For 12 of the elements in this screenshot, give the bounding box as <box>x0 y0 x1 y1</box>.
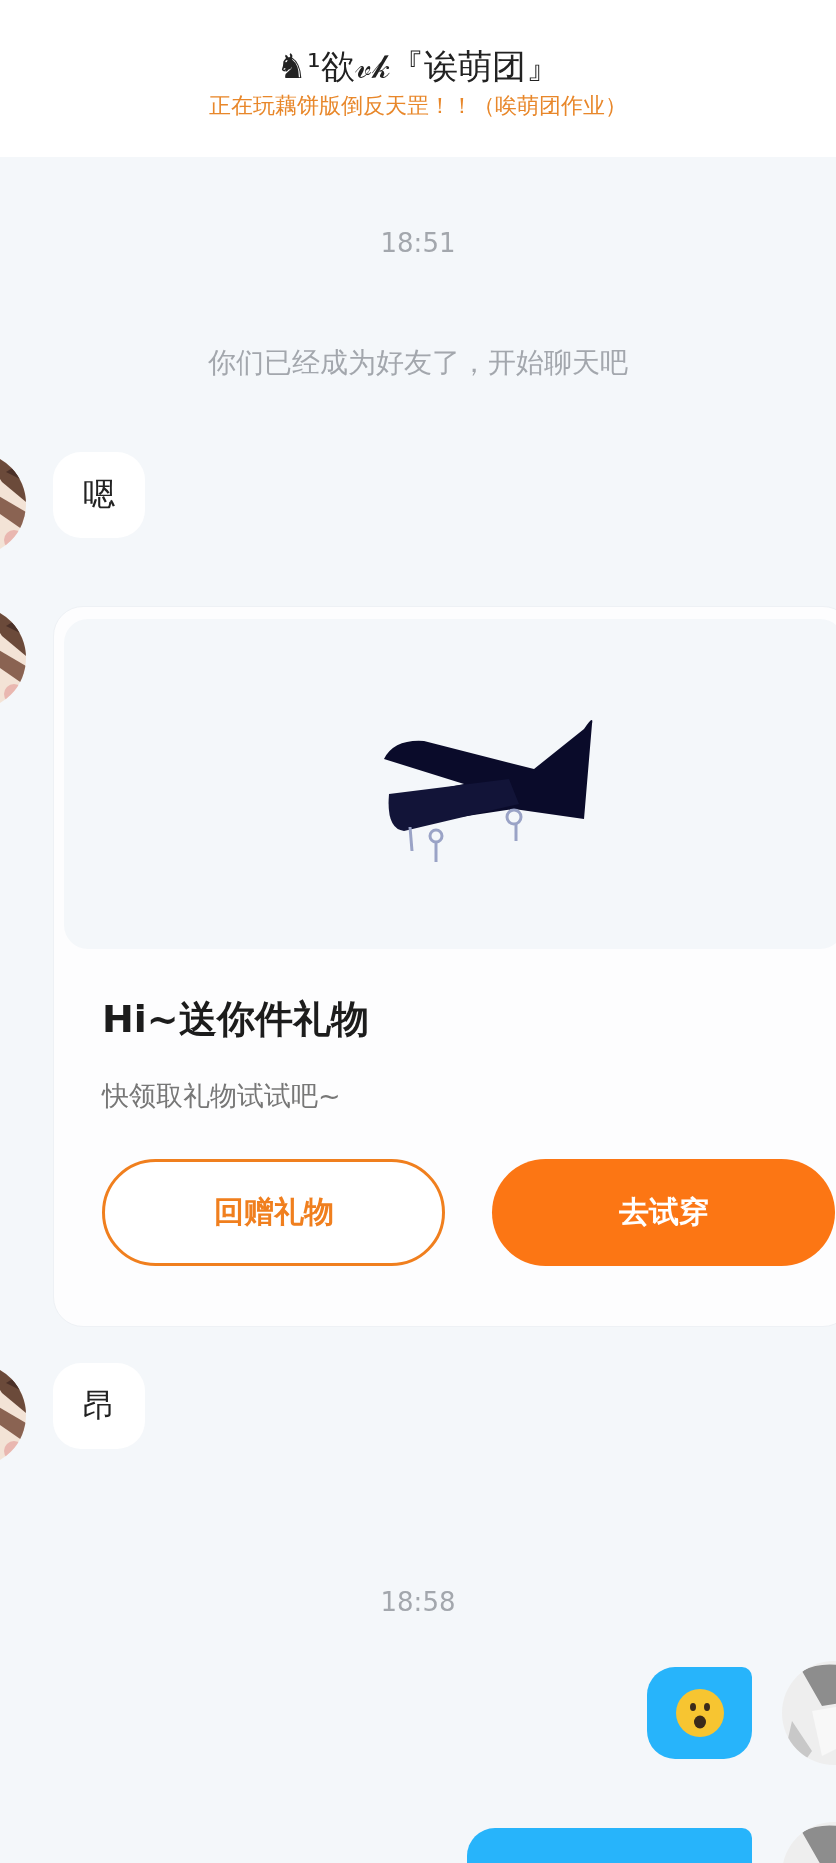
card-subtitle: 快领取礼物试试吧~ <box>102 1079 342 1113</box>
surprised-face-icon <box>674 1688 725 1738</box>
card-title: Hi~送你件礼物 <box>102 996 370 1043</box>
chat-title: ♞¹欲𝓋𝓀『诶萌团』 <box>276 45 560 87</box>
status-text: 正在玩藕饼版倒反天罡！！（唉萌团作业） <box>209 92 627 120</box>
system-message: 你们已经成为好友了，开始聊天吧 <box>208 346 628 380</box>
message-bubble: 昂 <box>53 1363 145 1449</box>
message-bubble: 嗯 <box>53 452 145 538</box>
try-on-button[interactable]: 去试穿 <box>492 1159 835 1266</box>
return-gift-button[interactable]: 回赠礼物 <box>102 1159 445 1266</box>
timestamp: 18:58 <box>380 1587 456 1617</box>
timestamp: 18:51 <box>380 228 456 258</box>
